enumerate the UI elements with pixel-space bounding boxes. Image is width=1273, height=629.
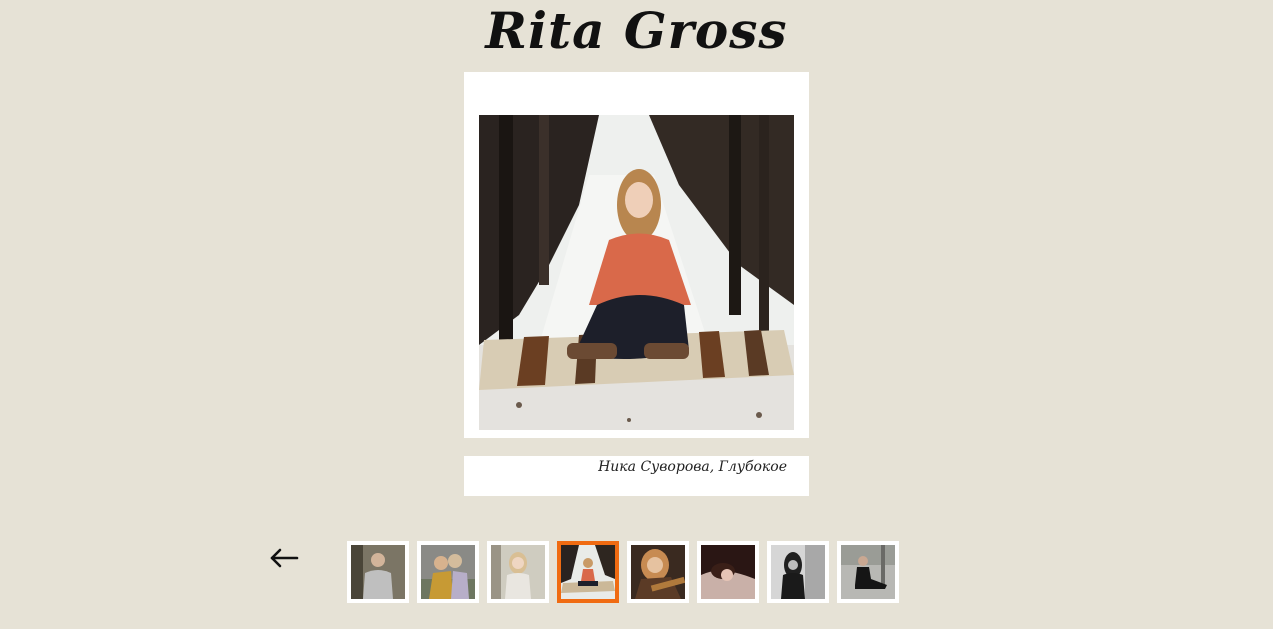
thumbnail-8[interactable]	[837, 541, 899, 603]
thumbnail-4-active[interactable]	[557, 541, 619, 603]
thumbnail-6[interactable]	[697, 541, 759, 603]
caption-box: Ника Суворова, Глубокое	[464, 456, 809, 496]
left-arrow-icon[interactable]	[266, 540, 302, 576]
thumbnail-1[interactable]	[347, 541, 409, 603]
thumbnail-2[interactable]	[417, 541, 479, 603]
thumbnail-7[interactable]	[767, 541, 829, 603]
main-photo	[479, 115, 794, 430]
main-photo-frame	[464, 72, 809, 438]
site-title: Rita Gross	[485, 1, 788, 60]
thumbnail-3[interactable]	[487, 541, 549, 603]
thumbnail-5[interactable]	[627, 541, 689, 603]
photo-caption: Ника Суворова, Глубокое	[598, 459, 787, 475]
